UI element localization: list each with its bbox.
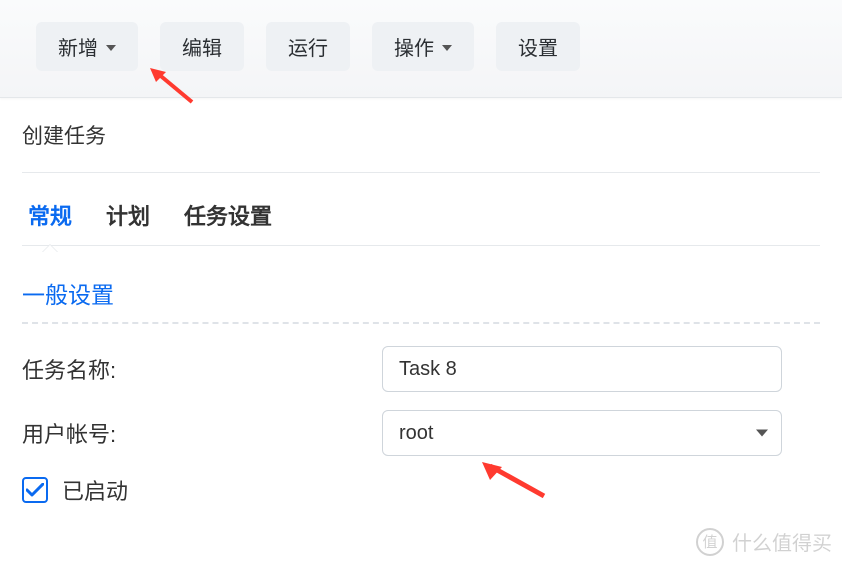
toolbar: 新增 编辑 运行 操作 设置 — [0, 0, 842, 98]
row-user-account: 用户帐号: root — [22, 410, 820, 456]
checkmark-icon — [26, 483, 44, 497]
caret-down-icon — [442, 45, 452, 51]
edit-button[interactable]: 编辑 — [160, 22, 244, 71]
row-task-name: 任务名称: — [22, 346, 820, 392]
tab-schedule[interactable]: 计划 — [104, 197, 152, 245]
add-button[interactable]: 新增 — [36, 22, 138, 71]
settings-button-label: 设置 — [518, 32, 558, 61]
settings-button[interactable]: 设置 — [496, 22, 580, 71]
task-name-input[interactable] — [382, 346, 782, 392]
caret-down-icon — [756, 430, 768, 437]
watermark-text: 什么值得买 — [732, 527, 832, 556]
page-title: 创建任务 — [22, 120, 820, 150]
tab-general[interactable]: 常规 — [26, 197, 74, 245]
row-enabled: 已启动 — [22, 474, 820, 506]
user-account-value: root — [382, 410, 782, 456]
run-button-label: 运行 — [288, 32, 328, 61]
divider — [22, 172, 820, 173]
tabs: 常规 计划 任务设置 — [22, 197, 820, 246]
action-button-label: 操作 — [394, 32, 434, 61]
run-button[interactable]: 运行 — [266, 22, 350, 71]
user-account-label: 用户帐号: — [22, 417, 382, 449]
content-area: 创建任务 常规 计划 任务设置 一般设置 任务名称: 用户帐号: root 已启… — [0, 98, 842, 506]
action-button[interactable]: 操作 — [372, 22, 474, 71]
dashed-divider — [22, 322, 820, 324]
add-button-label: 新增 — [58, 32, 98, 61]
enabled-checkbox[interactable] — [22, 477, 48, 503]
user-account-select[interactable]: root — [382, 410, 782, 456]
section-title-general: 一般设置 — [22, 276, 820, 310]
caret-down-icon — [106, 45, 116, 51]
watermark: 值 什么值得买 — [696, 527, 832, 556]
edit-button-label: 编辑 — [182, 32, 222, 61]
watermark-icon: 值 — [696, 528, 724, 556]
tab-task-settings[interactable]: 任务设置 — [182, 197, 274, 245]
enabled-label: 已启动 — [62, 474, 128, 506]
task-name-label: 任务名称: — [22, 353, 382, 385]
